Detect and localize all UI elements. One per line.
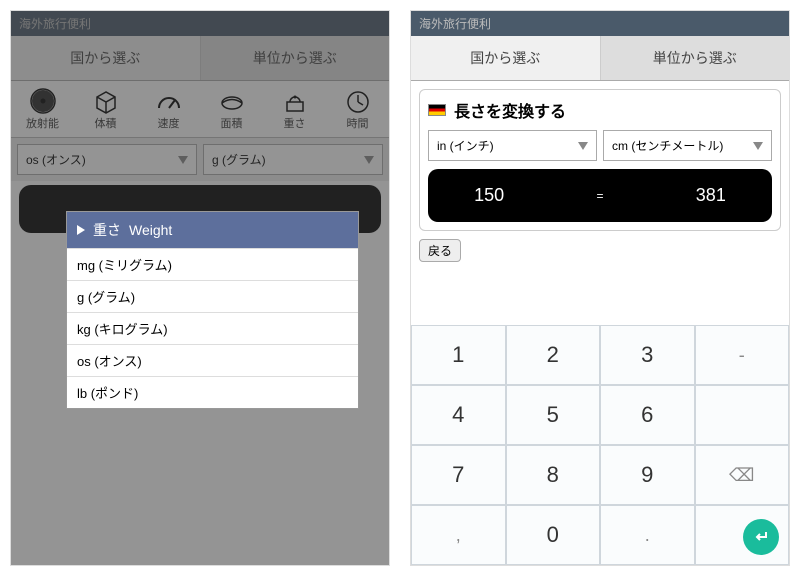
chevron-down-icon [753, 142, 763, 150]
screen-length-convert: 海外旅行便利 国から選ぶ 単位から選ぶ 長さを変換する in (インチ) cm … [410, 10, 790, 566]
card-title-text: 長さを変換する [454, 98, 566, 122]
key-9[interactable]: 9 [600, 445, 695, 505]
conversion-display[interactable]: 150 = 381 [428, 169, 772, 222]
weight-icon [281, 87, 309, 115]
equals-label: = [596, 189, 603, 203]
cat-label: 体積 [95, 115, 117, 131]
dropdown-item[interactable]: kg (キログラム) [67, 312, 358, 344]
screen-weight-dropdown: 海外旅行便利 国から選ぶ 単位から選ぶ 放射能 体積 速度 面積 重さ 時間 [10, 10, 390, 566]
cat-label: 時間 [347, 115, 369, 131]
enter-button[interactable] [743, 519, 779, 555]
dropdown-item[interactable]: g (グラム) [67, 280, 358, 312]
radiation-icon [29, 87, 57, 115]
key-5[interactable]: 5 [506, 385, 601, 445]
category-row: 放射能 体積 速度 面積 重さ 時間 [11, 81, 389, 138]
dropdown-item[interactable]: lb (ポンド) [67, 376, 358, 408]
tab-country[interactable]: 国から選ぶ [11, 36, 201, 80]
key-4[interactable]: 4 [411, 385, 506, 445]
chevron-down-icon [364, 156, 374, 164]
tab-unit[interactable]: 単位から選ぶ [601, 36, 790, 80]
cat-weight[interactable]: 重さ [263, 81, 326, 137]
key-8[interactable]: 8 [506, 445, 601, 505]
key-2[interactable]: 2 [506, 325, 601, 385]
from-value: 150 [474, 185, 504, 206]
unit-dropdown: 重さ Weight mg (ミリグラム) g (グラム) kg (キログラム) … [66, 211, 359, 409]
dropdown-title-en: Weight [129, 222, 172, 238]
chevron-down-icon [578, 142, 588, 150]
from-unit-value: os (オンス) [26, 151, 86, 168]
tab-unit[interactable]: 単位から選ぶ [201, 36, 390, 80]
dropdown-item[interactable]: mg (ミリグラム) [67, 248, 358, 280]
key-0[interactable]: 0 [506, 505, 601, 565]
key-space[interactable] [695, 385, 790, 445]
key-7[interactable]: 7 [411, 445, 506, 505]
to-unit-select[interactable]: g (グラム) [203, 144, 383, 175]
key-comma[interactable]: , [411, 505, 506, 565]
cat-radiation[interactable]: 放射能 [11, 81, 74, 137]
speed-icon [155, 87, 183, 115]
cat-label: 重さ [284, 115, 306, 131]
dropdown-header: 重さ Weight [67, 212, 358, 248]
key-6[interactable]: 6 [600, 385, 695, 445]
back-button[interactable]: 戻る [419, 239, 461, 262]
cat-label: 面積 [221, 115, 243, 131]
cat-time[interactable]: 時間 [326, 81, 389, 137]
unit-select-row: os (オンス) g (グラム) [11, 138, 389, 181]
to-value: 381 [696, 185, 726, 206]
cat-area[interactable]: 面積 [200, 81, 263, 137]
enter-icon [752, 528, 770, 546]
volume-icon [92, 87, 120, 115]
cat-speed[interactable]: 速度 [137, 81, 200, 137]
play-icon [77, 225, 85, 235]
tab-country[interactable]: 国から選ぶ [411, 36, 601, 80]
to-unit-select[interactable]: cm (センチメートル) [603, 130, 772, 161]
from-unit-value: in (インチ) [437, 137, 494, 154]
key-3[interactable]: 3 [600, 325, 695, 385]
tab-bar: 国から選ぶ 単位から選ぶ [411, 36, 789, 81]
unit-select-row: in (インチ) cm (センチメートル) [428, 130, 772, 161]
status-bar: 海外旅行便利 [11, 11, 389, 36]
cat-label: 放射能 [26, 115, 59, 131]
key-dot[interactable]: . [600, 505, 695, 565]
convert-card: 長さを変換する in (インチ) cm (センチメートル) 150 = 381 [419, 89, 781, 231]
dropdown-title-jp: 重さ [93, 220, 121, 240]
dropdown-item[interactable]: os (オンス) [67, 344, 358, 376]
area-icon [218, 87, 246, 115]
key-dash[interactable]: - [695, 325, 790, 385]
to-unit-value: g (グラム) [212, 151, 266, 168]
tab-bar: 国から選ぶ 単位から選ぶ [11, 36, 389, 81]
chevron-down-icon [178, 156, 188, 164]
key-backspace[interactable]: ⌫ [695, 445, 790, 505]
time-icon [344, 87, 372, 115]
to-unit-value: cm (センチメートル) [612, 137, 723, 154]
keypad-container: 1 2 3 - 4 5 6 7 8 9 ⌫ , 0 . [411, 325, 789, 565]
card-title: 長さを変換する [428, 98, 772, 122]
germany-flag-icon [428, 104, 446, 116]
key-1[interactable]: 1 [411, 325, 506, 385]
status-bar: 海外旅行便利 [411, 11, 789, 36]
cat-label: 速度 [158, 115, 180, 131]
from-unit-select[interactable]: os (オンス) [17, 144, 197, 175]
numeric-keypad: 1 2 3 - 4 5 6 7 8 9 ⌫ , 0 . [411, 325, 789, 565]
cat-volume[interactable]: 体積 [74, 81, 137, 137]
from-unit-select[interactable]: in (インチ) [428, 130, 597, 161]
